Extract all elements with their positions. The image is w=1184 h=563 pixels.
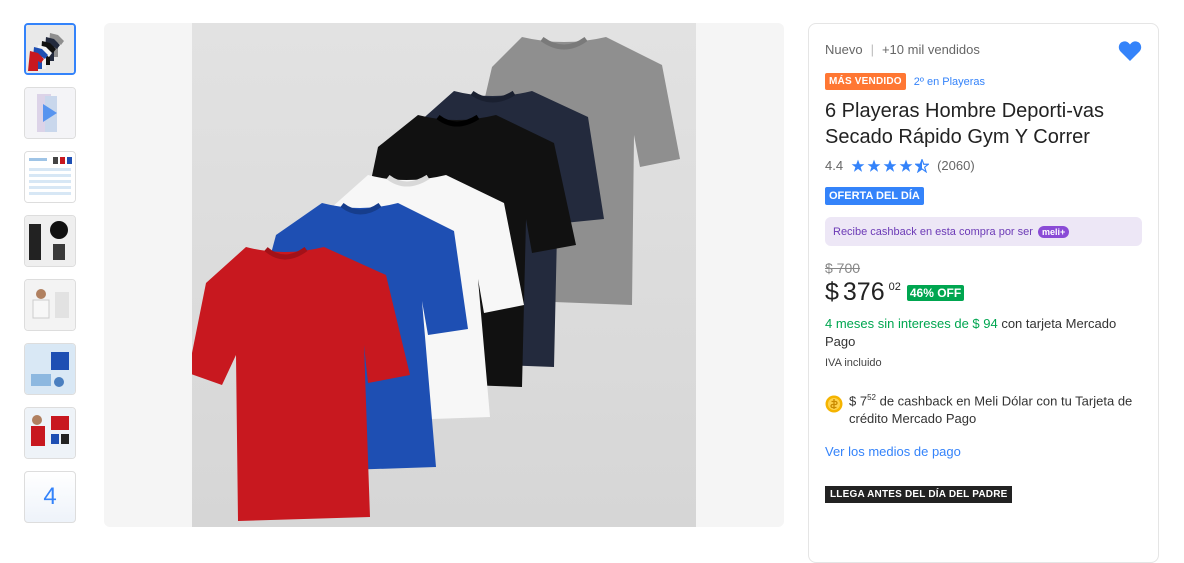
thumbnail-1[interactable] [24, 23, 76, 75]
arrival-badge: LLEGA ANTES DEL DÍA DEL PADRE [825, 486, 1013, 504]
meli-dolar-cents: 52 [867, 393, 876, 402]
installments-highlight: 4 meses sin intereses de $ 94 [825, 316, 998, 331]
category-rank-link[interactable]: 2º en Playeras [914, 76, 985, 88]
thumbnail-list: 4 [24, 23, 80, 535]
sold-count: +10 mil vendidos [881, 42, 980, 57]
original-price: $ 700 [825, 260, 861, 276]
thumbnail-3[interactable] [24, 151, 76, 203]
tax-note: IVA incluido [825, 357, 882, 369]
rating-stars [851, 158, 930, 173]
best-seller-badge: MÁS VENDIDO [825, 73, 906, 90]
thumbnail-6[interactable] [24, 343, 76, 395]
tshirts-illustration [188, 23, 696, 527]
cashback-text: Recibe cashback en esta compra por ser [833, 225, 1033, 238]
star-half-icon [915, 158, 930, 173]
star-full-icon [867, 159, 881, 172]
meli-dolar-text: $ 752 de cashback en Meli Dólar con tu T… [849, 389, 1142, 428]
price-row: $ 376 02 46% OFF [825, 277, 1142, 307]
rating-count: (2060) [937, 158, 975, 173]
price-cents: 02 [888, 281, 901, 293]
thumbnail-5[interactable] [24, 279, 76, 331]
star-full-icon [899, 159, 913, 172]
coin-icon [825, 395, 843, 413]
meli-plus-cashback-banner[interactable]: Recibe cashback en esta compra por ser m… [825, 217, 1142, 246]
best-seller-row: MÁS VENDIDO 2º en Playeras [825, 73, 1142, 90]
installments-info: 4 meses sin intereses de $ 94 con tarjet… [825, 315, 1142, 351]
main-image-area[interactable] [104, 23, 784, 527]
meli-dolar-cashback: $ 752 de cashback en Meli Dólar con tu T… [825, 389, 1142, 428]
price-currency: $ [825, 278, 839, 306]
star-full-icon [851, 159, 865, 172]
meli-dolar-amount: $ 7 [849, 393, 868, 409]
product-photo[interactable] [188, 23, 696, 527]
meli-dolar-description: de cashback en Meli Dólar con tu Tarjeta… [849, 393, 1133, 427]
heart-icon [1118, 41, 1142, 61]
product-meta: Nuevo | +10 mil vendidos [825, 42, 1142, 57]
star-full-icon [883, 159, 897, 172]
more-thumbnails-count: 4 [43, 483, 57, 510]
payment-methods-link[interactable]: Ver los medios de pago [825, 444, 1142, 459]
product-title: 6 Playeras Hombre Deporti-vas Secado Ráp… [825, 100, 1104, 148]
more-thumbnails-counter[interactable]: 4 [24, 471, 76, 523]
favorite-button[interactable] [1118, 40, 1142, 67]
rating-row[interactable]: 4.4 (2060) [825, 158, 1142, 173]
meli-plus-tag: meli+ [1037, 225, 1070, 238]
deal-of-day-badge: OFERTA DEL DÍA [825, 187, 924, 205]
rating-value: 4.4 [825, 158, 844, 173]
thumbnail-7[interactable] [24, 407, 76, 459]
price-integer: 376 [842, 278, 885, 306]
discount-badge: 46% OFF [906, 285, 965, 301]
condition-label: Nuevo [825, 42, 863, 57]
thumbnail-4[interactable] [24, 215, 76, 267]
thumbnail-2-video[interactable] [24, 87, 76, 139]
product-info-panel: Nuevo | +10 mil vendidos MÁS VENDIDO 2º … [808, 23, 1159, 563]
meta-separator: | [870, 42, 874, 57]
